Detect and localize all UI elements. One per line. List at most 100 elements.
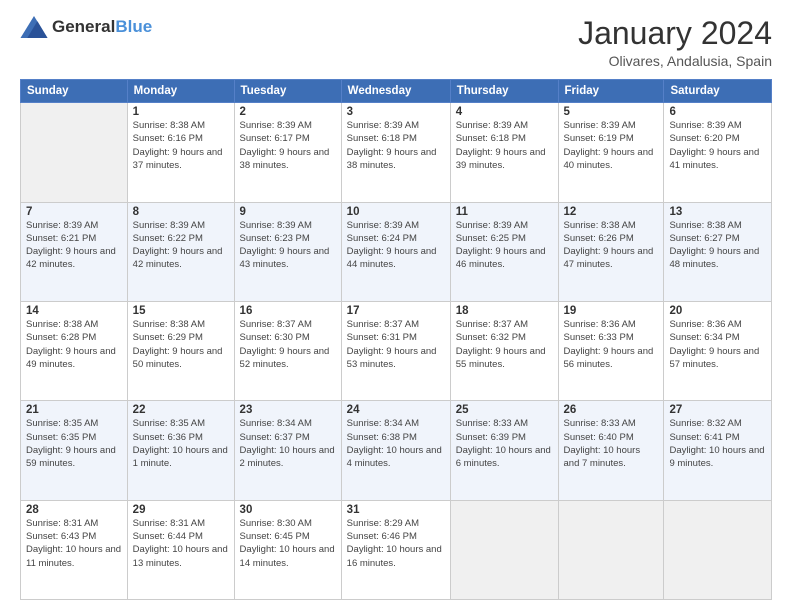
- day-number: 4: [456, 106, 553, 118]
- day-info: Sunrise: 8:36 AMSunset: 6:33 PMDaylight:…: [564, 318, 659, 371]
- day-info: Sunrise: 8:38 AMSunset: 6:27 PMDaylight:…: [669, 219, 766, 272]
- day-number: 17: [347, 305, 445, 317]
- day-info: Sunrise: 8:39 AMSunset: 6:24 PMDaylight:…: [347, 219, 445, 272]
- day-number: 19: [564, 305, 659, 317]
- day-number: 10: [347, 206, 445, 218]
- day-info: Sunrise: 8:39 AMSunset: 6:19 PMDaylight:…: [564, 119, 659, 172]
- day-info: Sunrise: 8:38 AMSunset: 6:16 PMDaylight:…: [133, 119, 229, 172]
- day-number: 31: [347, 504, 445, 516]
- day-cell: [21, 103, 128, 202]
- day-number: 2: [240, 106, 336, 118]
- day-info: Sunrise: 8:31 AMSunset: 6:43 PMDaylight:…: [26, 517, 122, 570]
- day-number: 30: [240, 504, 336, 516]
- day-cell: 21Sunrise: 8:35 AMSunset: 6:35 PMDayligh…: [21, 401, 128, 500]
- day-info: Sunrise: 8:39 AMSunset: 6:21 PMDaylight:…: [26, 219, 122, 272]
- day-cell: 19Sunrise: 8:36 AMSunset: 6:33 PMDayligh…: [558, 301, 664, 400]
- day-cell: 29Sunrise: 8:31 AMSunset: 6:44 PMDayligh…: [127, 500, 234, 599]
- day-info: Sunrise: 8:35 AMSunset: 6:36 PMDaylight:…: [133, 417, 229, 470]
- header-right: January 2024 Olivares, Andalusia, Spain: [578, 16, 772, 69]
- calendar-table: SundayMondayTuesdayWednesdayThursdayFrid…: [20, 79, 772, 600]
- day-cell: 4Sunrise: 8:39 AMSunset: 6:18 PMDaylight…: [450, 103, 558, 202]
- day-cell: 30Sunrise: 8:30 AMSunset: 6:45 PMDayligh…: [234, 500, 341, 599]
- week-row-5: 28Sunrise: 8:31 AMSunset: 6:43 PMDayligh…: [21, 500, 772, 599]
- day-number: 21: [26, 404, 122, 416]
- day-number: 26: [564, 404, 659, 416]
- day-info: Sunrise: 8:33 AMSunset: 6:40 PMDaylight:…: [564, 417, 659, 470]
- day-info: Sunrise: 8:33 AMSunset: 6:39 PMDaylight:…: [456, 417, 553, 470]
- day-number: 29: [133, 504, 229, 516]
- day-info: Sunrise: 8:39 AMSunset: 6:22 PMDaylight:…: [133, 219, 229, 272]
- day-cell: 27Sunrise: 8:32 AMSunset: 6:41 PMDayligh…: [664, 401, 772, 500]
- day-cell: 2Sunrise: 8:39 AMSunset: 6:17 PMDaylight…: [234, 103, 341, 202]
- day-number: 8: [133, 206, 229, 218]
- day-number: 20: [669, 305, 766, 317]
- location-title: Olivares, Andalusia, Spain: [578, 53, 772, 69]
- day-info: Sunrise: 8:31 AMSunset: 6:44 PMDaylight:…: [133, 517, 229, 570]
- day-info: Sunrise: 8:39 AMSunset: 6:25 PMDaylight:…: [456, 219, 553, 272]
- day-info: Sunrise: 8:34 AMSunset: 6:38 PMDaylight:…: [347, 417, 445, 470]
- day-cell: 9Sunrise: 8:39 AMSunset: 6:23 PMDaylight…: [234, 202, 341, 301]
- day-info: Sunrise: 8:39 AMSunset: 6:23 PMDaylight:…: [240, 219, 336, 272]
- weekday-header-tuesday: Tuesday: [234, 80, 341, 103]
- day-cell: 15Sunrise: 8:38 AMSunset: 6:29 PMDayligh…: [127, 301, 234, 400]
- day-cell: 22Sunrise: 8:35 AMSunset: 6:36 PMDayligh…: [127, 401, 234, 500]
- day-number: 18: [456, 305, 553, 317]
- weekday-header-thursday: Thursday: [450, 80, 558, 103]
- day-info: Sunrise: 8:39 AMSunset: 6:17 PMDaylight:…: [240, 119, 336, 172]
- day-number: 14: [26, 305, 122, 317]
- month-title: January 2024: [578, 16, 772, 51]
- day-number: 28: [26, 504, 122, 516]
- day-cell: 7Sunrise: 8:39 AMSunset: 6:21 PMDaylight…: [21, 202, 128, 301]
- day-number: 11: [456, 206, 553, 218]
- day-cell: 11Sunrise: 8:39 AMSunset: 6:25 PMDayligh…: [450, 202, 558, 301]
- day-number: 22: [133, 404, 229, 416]
- day-info: Sunrise: 8:37 AMSunset: 6:32 PMDaylight:…: [456, 318, 553, 371]
- day-cell: 18Sunrise: 8:37 AMSunset: 6:32 PMDayligh…: [450, 301, 558, 400]
- day-cell: 20Sunrise: 8:36 AMSunset: 6:34 PMDayligh…: [664, 301, 772, 400]
- week-row-1: 1Sunrise: 8:38 AMSunset: 6:16 PMDaylight…: [21, 103, 772, 202]
- day-number: 25: [456, 404, 553, 416]
- day-info: Sunrise: 8:36 AMSunset: 6:34 PMDaylight:…: [669, 318, 766, 371]
- day-cell: [664, 500, 772, 599]
- day-info: Sunrise: 8:30 AMSunset: 6:45 PMDaylight:…: [240, 517, 336, 570]
- day-number: 24: [347, 404, 445, 416]
- day-info: Sunrise: 8:39 AMSunset: 6:18 PMDaylight:…: [347, 119, 445, 172]
- day-number: 7: [26, 206, 122, 218]
- day-number: 15: [133, 305, 229, 317]
- day-number: 12: [564, 206, 659, 218]
- day-cell: 12Sunrise: 8:38 AMSunset: 6:26 PMDayligh…: [558, 202, 664, 301]
- day-cell: 13Sunrise: 8:38 AMSunset: 6:27 PMDayligh…: [664, 202, 772, 301]
- day-info: Sunrise: 8:37 AMSunset: 6:30 PMDaylight:…: [240, 318, 336, 371]
- day-cell: [558, 500, 664, 599]
- weekday-header-saturday: Saturday: [664, 80, 772, 103]
- logo-general: General: [52, 17, 115, 36]
- header: GeneralBlue January 2024 Olivares, Andal…: [20, 16, 772, 69]
- page: GeneralBlue January 2024 Olivares, Andal…: [0, 0, 792, 612]
- weekday-header-wednesday: Wednesday: [341, 80, 450, 103]
- day-cell: 1Sunrise: 8:38 AMSunset: 6:16 PMDaylight…: [127, 103, 234, 202]
- weekday-header-monday: Monday: [127, 80, 234, 103]
- day-number: 6: [669, 106, 766, 118]
- day-cell: 10Sunrise: 8:39 AMSunset: 6:24 PMDayligh…: [341, 202, 450, 301]
- day-info: Sunrise: 8:39 AMSunset: 6:20 PMDaylight:…: [669, 119, 766, 172]
- day-info: Sunrise: 8:32 AMSunset: 6:41 PMDaylight:…: [669, 417, 766, 470]
- day-cell: 3Sunrise: 8:39 AMSunset: 6:18 PMDaylight…: [341, 103, 450, 202]
- weekday-header-sunday: Sunday: [21, 80, 128, 103]
- week-row-4: 21Sunrise: 8:35 AMSunset: 6:35 PMDayligh…: [21, 401, 772, 500]
- day-cell: 25Sunrise: 8:33 AMSunset: 6:39 PMDayligh…: [450, 401, 558, 500]
- week-row-3: 14Sunrise: 8:38 AMSunset: 6:28 PMDayligh…: [21, 301, 772, 400]
- day-info: Sunrise: 8:38 AMSunset: 6:26 PMDaylight:…: [564, 219, 659, 272]
- day-cell: 16Sunrise: 8:37 AMSunset: 6:30 PMDayligh…: [234, 301, 341, 400]
- day-info: Sunrise: 8:35 AMSunset: 6:35 PMDaylight:…: [26, 417, 122, 470]
- day-info: Sunrise: 8:38 AMSunset: 6:29 PMDaylight:…: [133, 318, 229, 371]
- day-cell: 5Sunrise: 8:39 AMSunset: 6:19 PMDaylight…: [558, 103, 664, 202]
- day-cell: 31Sunrise: 8:29 AMSunset: 6:46 PMDayligh…: [341, 500, 450, 599]
- day-cell: 28Sunrise: 8:31 AMSunset: 6:43 PMDayligh…: [21, 500, 128, 599]
- day-cell: [450, 500, 558, 599]
- day-info: Sunrise: 8:38 AMSunset: 6:28 PMDaylight:…: [26, 318, 122, 371]
- day-number: 23: [240, 404, 336, 416]
- day-info: Sunrise: 8:29 AMSunset: 6:46 PMDaylight:…: [347, 517, 445, 570]
- day-cell: 14Sunrise: 8:38 AMSunset: 6:28 PMDayligh…: [21, 301, 128, 400]
- day-info: Sunrise: 8:39 AMSunset: 6:18 PMDaylight:…: [456, 119, 553, 172]
- day-number: 9: [240, 206, 336, 218]
